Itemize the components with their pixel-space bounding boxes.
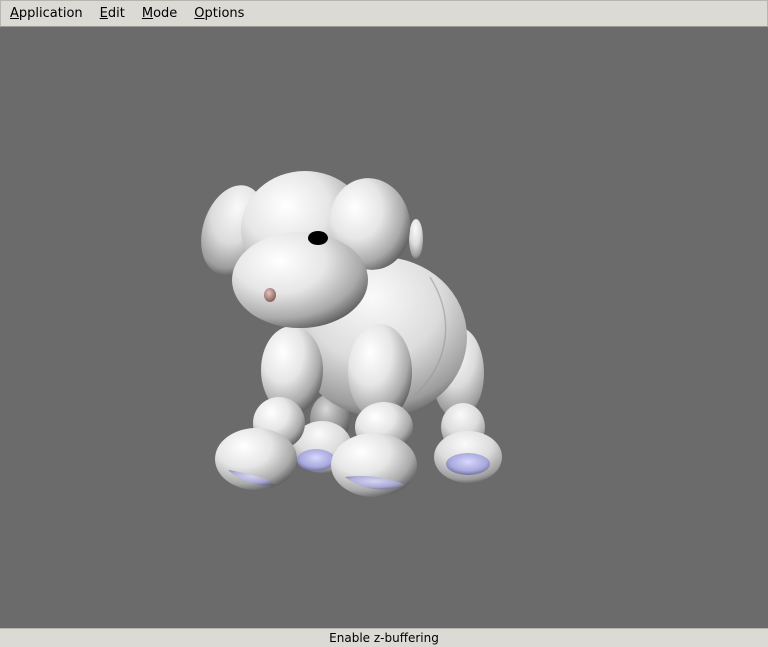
eye [308,231,328,245]
menu-edit[interactable]: Edit [91,1,133,26]
menu-mode[interactable]: Mode [133,1,185,26]
back-left-pad [297,449,335,471]
menu-options[interactable]: Options [185,1,252,26]
nose [264,288,276,302]
dog-model-render [201,171,502,497]
menu-edit-mnemonic: E [99,6,108,21]
menu-application-label: pplication [18,6,83,21]
menu-edit-label: dit [107,6,125,21]
menu-application[interactable]: Application [1,1,91,26]
menu-application-mnemonic: A [10,6,19,21]
dog-snout [232,232,368,328]
tail [409,219,423,259]
menu-mode-label: ode [153,6,178,21]
menu-options-mnemonic: O [194,6,205,21]
status-text: Enable z-buffering [329,631,439,645]
back-right-pad [446,453,490,475]
3d-viewport[interactable] [0,27,768,627]
status-bar: Enable z-buffering [0,628,768,647]
app-window: Application Edit Mode Options Enable z-b… [0,0,768,647]
menu-mode-mnemonic: M [141,6,154,21]
menubar: Application Edit Mode Options [0,0,768,27]
menu-options-label: ptions [204,6,245,21]
